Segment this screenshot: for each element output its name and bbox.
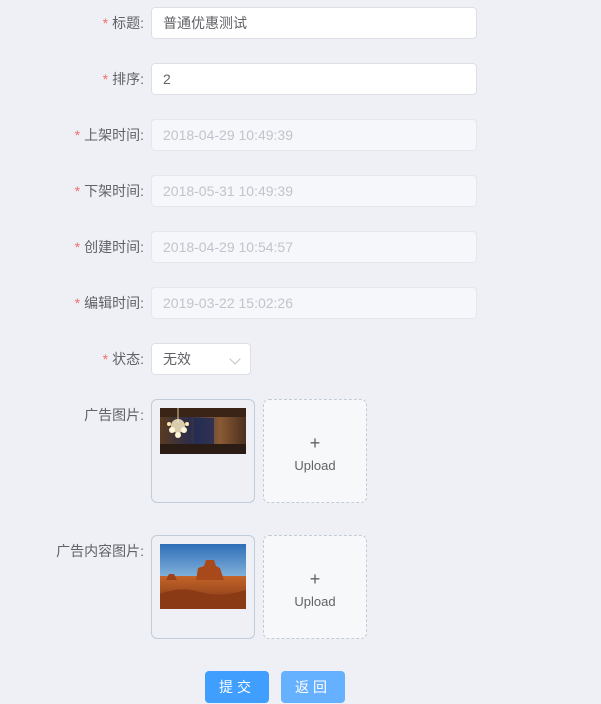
ad-content-image-label: 广告内容图片: — [56, 543, 144, 559]
title-input[interactable]: 普通优惠测试 — [151, 7, 477, 39]
upload-label: Upload — [294, 594, 336, 609]
create-time-row: * 创建时间: 2018-04-29 10:54:57 — [0, 231, 601, 263]
chandelier-photo — [160, 408, 246, 454]
required-mark: * — [74, 295, 81, 311]
required-mark: * — [102, 351, 109, 367]
required-mark: * — [102, 15, 109, 31]
status-select[interactable]: 无效 — [151, 343, 251, 375]
ad-content-image-upload[interactable]: + Upload — [263, 535, 367, 639]
upload-label: Upload — [294, 458, 336, 473]
required-mark: * — [74, 239, 81, 255]
status-row: * 状态: 无效 — [0, 343, 601, 375]
chevron-down-icon — [229, 353, 241, 365]
publish-time-input: 2018-04-29 10:49:39 — [151, 119, 477, 151]
plus-icon: + — [309, 433, 321, 453]
submit-button[interactable]: 提交 — [205, 671, 269, 703]
title-row: * 标题: 普通优惠测试 — [0, 7, 601, 39]
edit-time-label: * 编辑时间: — [74, 295, 144, 311]
edit-time-row: * 编辑时间: 2019-03-22 15:02:26 — [0, 287, 601, 319]
unpublish-time-input: 2018-05-31 10:49:39 — [151, 175, 477, 207]
ad-image-thumbnail[interactable] — [151, 399, 255, 503]
create-time-label: * 创建时间: — [74, 239, 144, 255]
sort-input[interactable]: 2 — [151, 63, 477, 95]
back-button[interactable]: 返回 — [281, 671, 345, 703]
required-mark: * — [74, 127, 81, 143]
status-select-value: 无效 — [163, 351, 191, 367]
required-mark: * — [74, 183, 81, 199]
create-time-input: 2018-04-29 10:54:57 — [151, 231, 477, 263]
sort-label: * 排序: — [102, 71, 144, 87]
publish-time-row: * 上架时间: 2018-04-29 10:49:39 — [0, 119, 601, 151]
ad-content-image-thumbnail[interactable] — [151, 535, 255, 639]
unpublish-time-row: * 下架时间: 2018-05-31 10:49:39 — [0, 175, 601, 207]
status-label: * 状态: — [102, 351, 144, 367]
publish-time-label: * 上架时间: — [74, 127, 144, 143]
ad-image-label: 广告图片: — [84, 407, 144, 423]
title-label: * 标题: — [102, 15, 144, 31]
edit-time-input: 2019-03-22 15:02:26 — [151, 287, 477, 319]
required-mark: * — [102, 71, 109, 87]
ad-image-upload[interactable]: + Upload — [263, 399, 367, 503]
plus-icon: + — [309, 569, 321, 589]
sort-row: * 排序: 2 — [0, 63, 601, 95]
unpublish-time-label: * 下架时间: — [74, 183, 144, 199]
desert-photo — [160, 544, 246, 609]
